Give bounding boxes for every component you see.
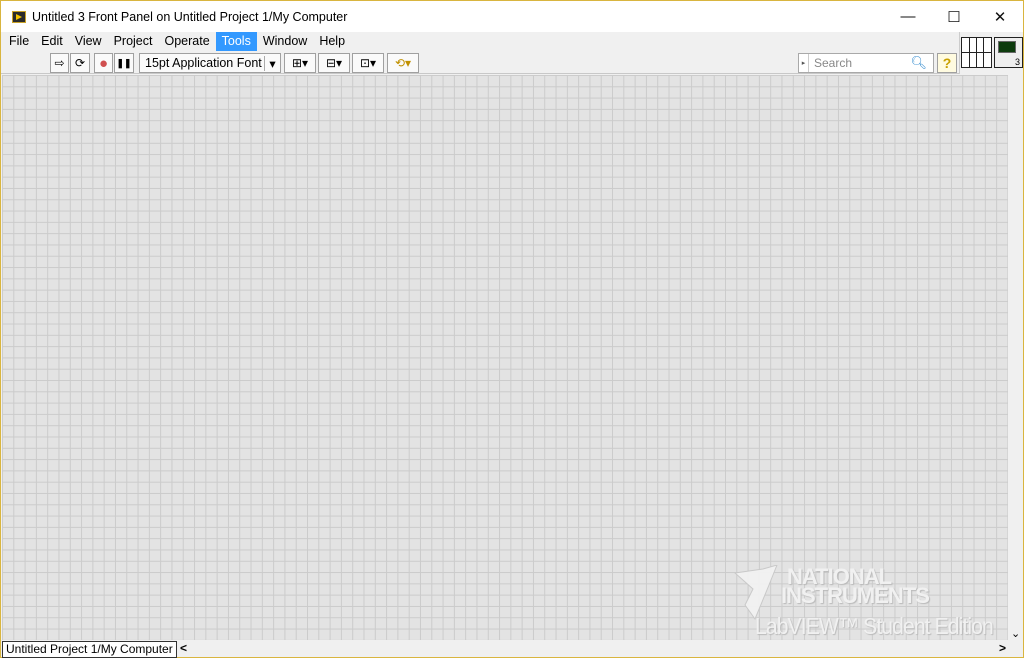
- front-panel-canvas[interactable]: [2, 75, 1008, 640]
- menu-bar: File Edit View Project Operate Tools Win…: [1, 32, 959, 51]
- watermark-instruments: INSTRUMENTS: [781, 583, 930, 608]
- font-selector-label: 15pt Application Font: [145, 56, 262, 70]
- maximize-button[interactable]: ☐: [931, 1, 977, 32]
- scroll-left-icon[interactable]: <: [180, 641, 187, 655]
- run-continuously-icon[interactable]: ⟳: [70, 53, 90, 73]
- search-options-icon[interactable]: ▸: [799, 54, 809, 72]
- search-icon[interactable]: 🔍︎: [910, 55, 927, 71]
- context-help-button[interactable]: ?: [937, 53, 957, 73]
- connector-pane-area: 3: [959, 32, 1023, 74]
- scroll-down-icon[interactable]: ⌄: [1011, 627, 1020, 640]
- labview-app-icon: [12, 10, 26, 23]
- vi-icon[interactable]: 3: [994, 37, 1023, 68]
- scroll-right-icon[interactable]: >: [999, 641, 1006, 655]
- menu-window[interactable]: Window: [257, 32, 313, 51]
- run-arrow-icon[interactable]: ⇨: [50, 53, 69, 73]
- close-button[interactable]: ✕: [977, 1, 1023, 32]
- pause-icon[interactable]: ❚❚: [114, 53, 134, 73]
- menu-file[interactable]: File: [3, 32, 35, 51]
- chevron-down-icon: ▾: [264, 55, 280, 71]
- menu-view[interactable]: View: [69, 32, 108, 51]
- distribute-objects-button[interactable]: ⊟▾: [318, 53, 350, 73]
- labview-front-panel-window: Untitled 3 Front Panel on Untitled Proje…: [0, 0, 1024, 658]
- title-bar: Untitled 3 Front Panel on Untitled Proje…: [1, 1, 1023, 32]
- toolbar: ⇨ ⟳ ● ❚❚ 15pt Application Font ▾ ⊞▾ ⊟▾ ⊡…: [1, 51, 959, 74]
- menu-help[interactable]: Help: [313, 32, 351, 51]
- window-title: Untitled 3 Front Panel on Untitled Proje…: [32, 9, 348, 24]
- search-placeholder: Search: [814, 56, 853, 70]
- align-objects-button[interactable]: ⊞▾: [284, 53, 316, 73]
- font-selector[interactable]: 15pt Application Font ▾: [139, 53, 281, 73]
- resize-objects-button[interactable]: ⊡▾: [352, 53, 384, 73]
- connector-pane[interactable]: [961, 37, 992, 68]
- menu-project[interactable]: Project: [108, 32, 159, 51]
- application-instance-label[interactable]: Untitled Project 1/My Computer: [2, 641, 177, 658]
- search-input[interactable]: ▸ Search 🔍︎: [798, 53, 934, 73]
- oscilloscope-icon: [998, 41, 1016, 53]
- watermark-labview-student: LabVIEW™ Student Edition: [755, 613, 994, 639]
- menu-tools[interactable]: Tools: [215, 32, 257, 51]
- menu-edit[interactable]: Edit: [35, 32, 69, 51]
- minimize-button[interactable]: —: [885, 1, 931, 32]
- abort-execution-icon[interactable]: ●: [94, 53, 113, 73]
- vi-icon-number: 3: [1014, 57, 1020, 67]
- menu-operate[interactable]: Operate: [158, 32, 215, 51]
- reorder-button[interactable]: ⟲▾: [387, 53, 419, 73]
- vertical-scrollbar[interactable]: ⌄: [1008, 75, 1023, 640]
